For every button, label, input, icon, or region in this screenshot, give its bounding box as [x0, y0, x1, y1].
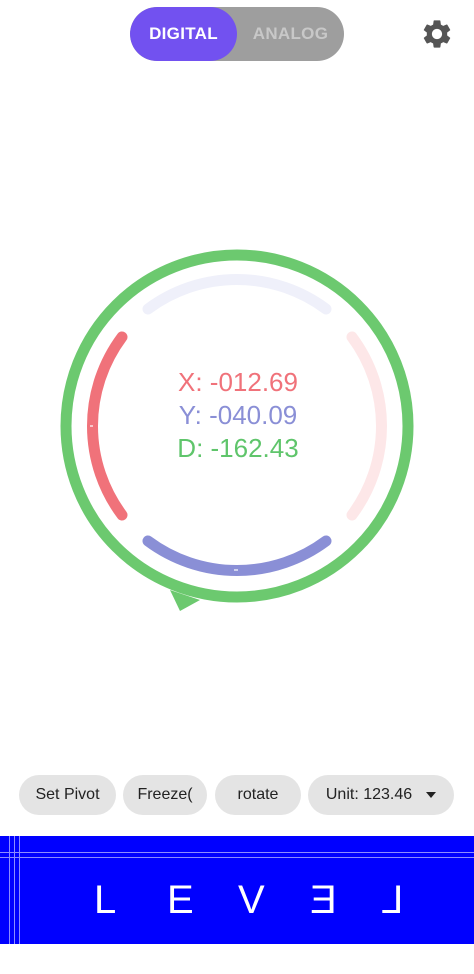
banner-line — [0, 857, 474, 858]
y-readout: Y: -040.09 — [178, 400, 298, 430]
banner-letter: L — [94, 878, 117, 922]
readout-panel: X: -012.69 Y: -040.09 D: -162.43 — [138, 366, 338, 465]
d-readout: D: -162.43 — [177, 433, 299, 463]
banner-letter: E — [167, 878, 194, 922]
freeze-button[interactable]: Freeze( — [123, 775, 207, 815]
right-axis-arc-faint — [346, 331, 387, 521]
control-bar: Set Pivot Freeze( rotate Unit: 123.46 — [0, 775, 474, 815]
x-readout: X: -012.69 — [178, 367, 298, 397]
banner-line — [9, 836, 10, 944]
banner-letter: L — [381, 878, 404, 922]
bottom-axis-arc — [142, 535, 332, 576]
level-dial — [60, 249, 414, 611]
set-pivot-button[interactable]: Set Pivot — [19, 775, 116, 815]
banner-line — [0, 852, 474, 853]
banner-letter: V — [238, 878, 265, 922]
unit-value: Unit: 123.46 — [325, 786, 413, 803]
chevron-down-icon — [426, 791, 437, 798]
rotate-button[interactable]: rotate — [215, 775, 301, 815]
top-axis-arc-faint — [142, 274, 332, 315]
level-banner: L E V E L — [0, 836, 474, 944]
left-axis-arc — [87, 331, 128, 521]
banner-letter: E — [310, 878, 337, 922]
banner-line — [14, 836, 15, 944]
banner-line — [19, 836, 20, 944]
unit-dropdown[interactable]: Unit: 123.46 — [308, 775, 454, 815]
